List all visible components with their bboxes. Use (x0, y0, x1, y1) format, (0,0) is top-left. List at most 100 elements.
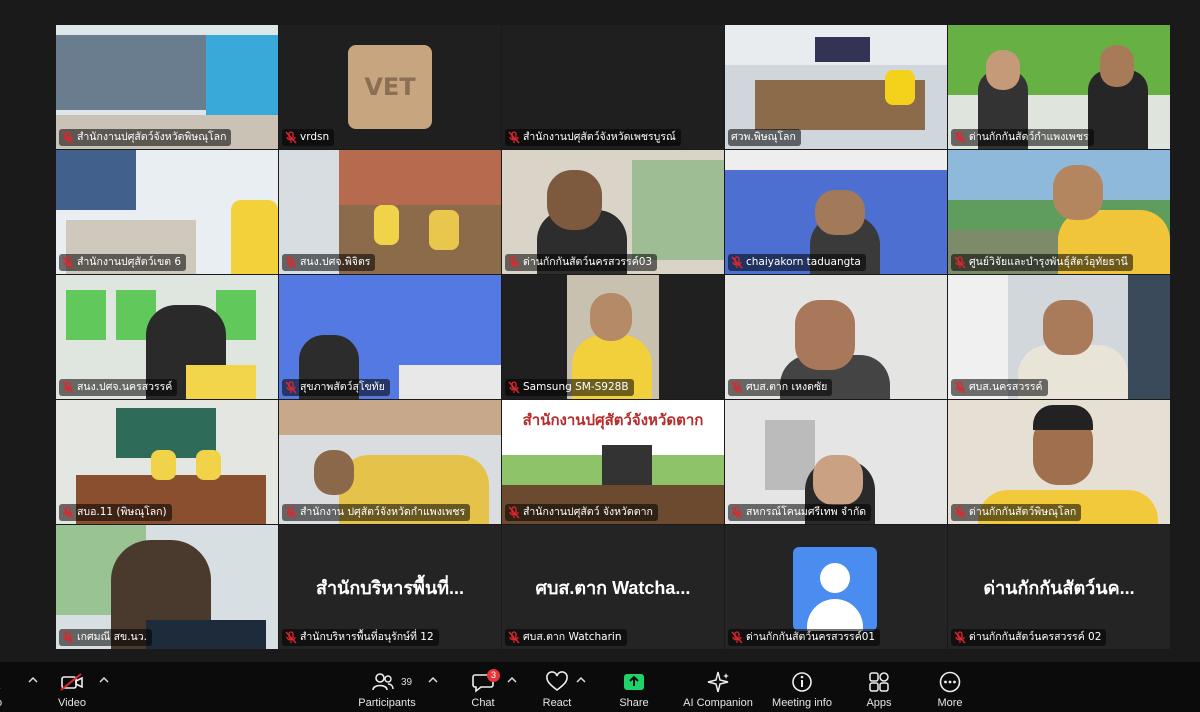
participant-tile[interactable]: ด่านกักกันสัตว์นครสวรรค์01 (725, 525, 947, 649)
participant-name-tag: ศูนย์วิจัยและบำรุงพันธุ์สัตว์อุทัยธานี (951, 254, 1133, 271)
mic-muted-icon (285, 631, 297, 644)
chat-caret-icon[interactable] (507, 676, 517, 684)
participant-name-tag: chaiyakorn taduangta (728, 254, 866, 271)
mic-muted-icon (285, 256, 297, 269)
share-label: Share (619, 697, 649, 709)
participant-name-tag: ศบส.นครสวรรค์ (951, 379, 1048, 396)
meeting-info-button[interactable]: Meeting info (766, 662, 838, 712)
participant-tile[interactable]: สุขภาพสัตว์สุโขทัย (279, 275, 501, 399)
participant-name: chaiyakorn taduangta (746, 256, 861, 268)
mic-muted-icon (285, 381, 297, 394)
participant-name: เกศมณี สข.นว. (77, 631, 147, 643)
mic-muted-icon (508, 631, 520, 644)
ai-companion-label: AI Companion (683, 697, 753, 709)
video-options-caret-icon[interactable] (99, 676, 109, 684)
more-label: More (937, 697, 963, 709)
participant-name: สบอ.11 (พิษณุโลก) (77, 506, 167, 518)
mic-muted-icon (508, 131, 520, 144)
participant-name: ศบส.นครสวรรค์ (969, 381, 1043, 393)
participant-tile[interactable]: สหกรณ์โคนมศรีเทพ จำกัด (725, 400, 947, 524)
participant-tile[interactable]: ด่านกักกันสัตว์นค... ด่านกักกันสัตว์นครสว… (948, 525, 1170, 649)
participant-tile[interactable]: ศูนย์วิจัยและบำรุงพันธุ์สัตว์อุทัยธานี (948, 150, 1170, 274)
mic-muted-icon (508, 381, 520, 394)
mic-muted-icon (62, 131, 74, 144)
participant-name: ด่านกักกันสัตว์นครสวรรค์03 (523, 256, 653, 268)
meeting-info-label: Meeting info (772, 697, 832, 709)
mic-muted-icon (62, 381, 74, 394)
participant-name-tag: vrdsn (282, 129, 335, 146)
avatar (793, 547, 877, 631)
participant-tile[interactable]: ด่านกักกันสัตว์กำแพงเพชร (948, 25, 1170, 149)
participant-name-tag: ศบส.ตาก เหงดซัย (728, 379, 833, 396)
participant-name: สุขภาพสัตว์สุโขทัย (300, 381, 385, 393)
participant-tile[interactable]: สำนักงานปศุสัตว์จังหวัดตากสำนักงานปศุสัต… (502, 400, 724, 524)
tak-banner-text: สำนักงานปศุสัตว์จังหวัดตาก (522, 411, 704, 429)
participant-tile[interactable]: chaiyakorn taduangta (725, 150, 947, 274)
participant-name: Samsung SM-S928B (523, 381, 629, 393)
participant-name-tag: สำนักงานปศุสัตว์จังหวัดเพชรบูรณ์ (505, 129, 681, 146)
mic-muted-icon (731, 256, 743, 269)
participant-tile[interactable]: Samsung SM-S928B (502, 275, 724, 399)
more-icon (939, 671, 961, 693)
participant-tile[interactable]: สนง.ปศจ.นครสวรรค์ (56, 275, 278, 399)
video-off-icon (60, 673, 83, 691)
mic-muted-icon (954, 381, 966, 394)
vet-logo: VET (348, 45, 432, 129)
participant-name-tag: สนง.ปศจ.พิจิตร (282, 254, 376, 271)
mic-muted-icon (508, 256, 520, 269)
participant-name: สำนักงาน ปศุสัตว์จังหวัดกำแพงเพชร (300, 506, 466, 518)
video-stage: สำนักงานปศุสัตว์จังหวัดพิษณุโลก VET vrdsn ส… (0, 0, 1200, 662)
participant-tile[interactable]: ศวพ.พิษณุโลก (725, 25, 947, 149)
participants-caret-icon[interactable] (428, 676, 438, 684)
participant-tile[interactable]: ศบส.ตาก เหงดซัย (725, 275, 947, 399)
participant-name-tag: ศบส.ตาก Watcharin (505, 629, 627, 646)
mic-muted-icon (62, 506, 74, 519)
participant-name-tag: ด่านกักกันสัตว์นครสวรรค์01 (728, 629, 881, 646)
participant-tile[interactable]: สบอ.11 (พิษณุโลก) (56, 400, 278, 524)
participants-count: 39 (401, 677, 413, 688)
participant-tile[interactable]: ศบส.นครสวรรค์ (948, 275, 1170, 399)
mic-muted-icon (954, 631, 966, 644)
participant-tile[interactable]: สำนักงาน ปศุสัตว์จังหวัดกำแพงเพชร (279, 400, 501, 524)
participant-tile[interactable]: สำนักงานปศุสัตว์จังหวัดเพชรบูรณ์ (502, 25, 724, 149)
mic-muted-icon (731, 506, 743, 519)
participant-tile[interactable]: สำนักงานปศุสัตว์เขต 6 (56, 150, 278, 274)
participant-display-name: สำนักบริหารพื้นที่... (315, 578, 465, 598)
participant-tile[interactable]: สำนักบริหารพื้นที่... สำนักบริหารพื้นที่อ… (279, 525, 501, 649)
participant-tile[interactable]: ด่านกักกันสัตว์พิษณุโลก (948, 400, 1170, 524)
participant-name-tag: สำนักงานปศุสัตว์ จังหวัดตาก (505, 504, 658, 521)
participant-name-tag: สำนักบริหารพื้นที่อนุรักษ์ที่ 12 (282, 629, 439, 646)
react-caret-icon[interactable] (576, 676, 586, 684)
video-button[interactable]: Video (52, 662, 92, 712)
heart-icon (546, 671, 568, 692)
mic-muted-icon (285, 506, 297, 519)
participant-tile[interactable]: VET vrdsn (279, 25, 501, 149)
participant-name: ศบส.ตาก Watcharin (523, 631, 622, 643)
participant-name: ด่านกักกันสัตว์นครสวรรค์01 (746, 631, 876, 643)
mic-muted-icon (285, 131, 297, 144)
apps-button[interactable]: Apps (859, 662, 899, 712)
participant-name: สนง.ปศจ.นครสวรรค์ (77, 381, 173, 393)
mic-muted-icon (731, 381, 743, 394)
audio-button[interactable]: o (0, 662, 20, 712)
participant-tile[interactable]: เกศมณี สข.นว. (56, 525, 278, 649)
apps-icon (869, 672, 889, 692)
share-button[interactable]: Share (614, 662, 654, 712)
meeting-toolbar: o Video Participants 39 3 Chat Reac (0, 662, 1200, 712)
participant-tile[interactable]: สนง.ปศจ.พิจิตร (279, 150, 501, 274)
participant-name: สำนักงานปศุสัตว์ จังหวัดตาก (523, 506, 653, 518)
react-button[interactable]: React (537, 662, 577, 712)
ai-companion-button[interactable]: AI Companion (678, 662, 758, 712)
participant-tile[interactable]: ศบส.ตาก Watcha... ศบส.ตาก Watcharin (502, 525, 724, 649)
participant-name-tag: ด่านกักกันสัตว์นครสวรรค์ 02 (951, 629, 1107, 646)
participant-name: สำนักบริหารพื้นที่อนุรักษ์ที่ 12 (300, 631, 434, 643)
participant-tile[interactable]: สำนักงานปศุสัตว์จังหวัดพิษณุโลก (56, 25, 278, 149)
participant-tile[interactable]: ด่านกักกันสัตว์นครสวรรค์03 (502, 150, 724, 274)
participant-display-name: ศบส.ตาก Watcha... (535, 578, 691, 598)
participant-name-tag: สำนักงาน ปศุสัตว์จังหวัดกำแพงเพชร (282, 504, 471, 521)
mic-muted-icon (954, 506, 966, 519)
more-button[interactable]: More (930, 662, 970, 712)
chat-unread-badge: 3 (487, 669, 500, 682)
chat-button[interactable]: 3 Chat (463, 662, 503, 712)
audio-options-caret-icon[interactable] (28, 676, 38, 684)
